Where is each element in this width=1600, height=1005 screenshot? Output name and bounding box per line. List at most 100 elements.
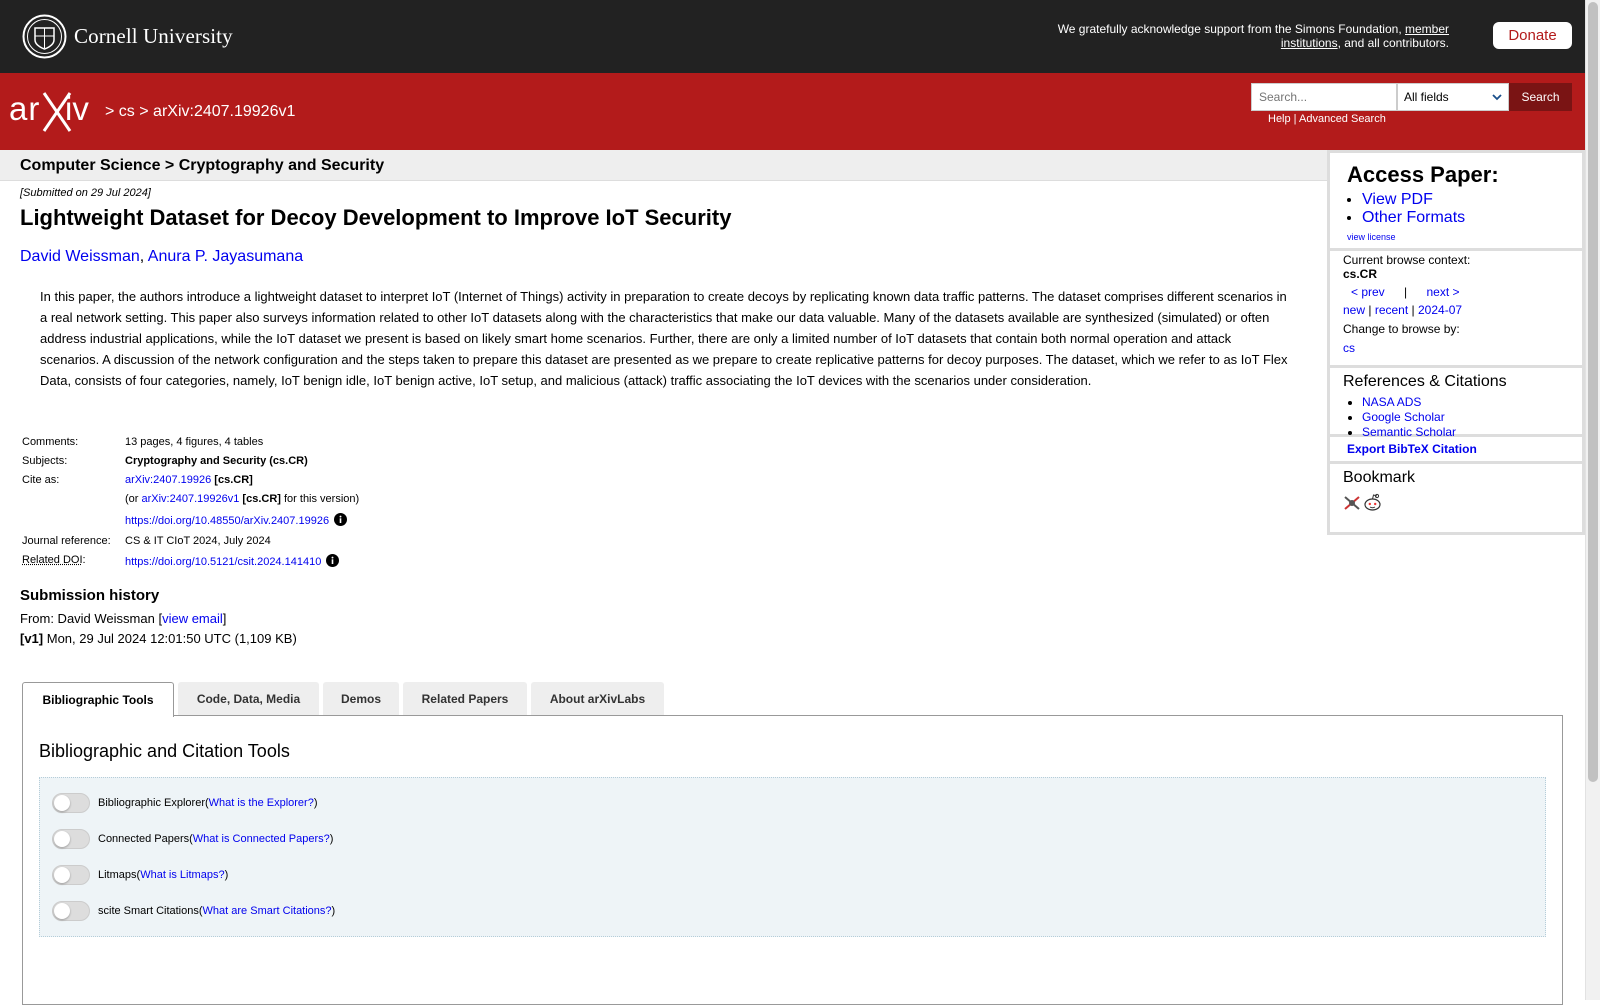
abstract: In this paper, the authors introduce a l…	[40, 289, 1288, 388]
paper-title: Lightweight Dataset for Decoy Developmen…	[20, 205, 732, 230]
subjects-value: Cryptography and Security (cs.CR)	[125, 455, 308, 467]
cite-id-link[interactable]: arXiv:2407.19926	[125, 474, 211, 486]
references-list: NASA ADS Google Scholar Semantic Scholar	[1346, 395, 1456, 440]
crumb-sep: >	[139, 103, 149, 120]
journal-label: Journal reference:	[22, 535, 111, 547]
category-header: Computer Science > Cryptography and Secu…	[0, 150, 1327, 181]
tool-help-link[interactable]: What is Connected Papers?	[193, 833, 330, 845]
list-item: View PDF	[1362, 191, 1465, 209]
paren: )	[224, 869, 229, 881]
from-suffix: ]	[222, 611, 227, 626]
reddit-icon[interactable]	[1363, 493, 1382, 512]
bookmark-block: Bookmark	[1330, 464, 1582, 532]
tool-label: Bibliographic Explorer	[98, 797, 205, 809]
breadcrumb: > cs > arXiv:2407.19926v1	[105, 103, 295, 121]
next-link[interactable]: next >	[1427, 285, 1460, 299]
support-text: We gratefully acknowledge support from t…	[1029, 22, 1449, 50]
doi-link[interactable]: https://doi.org/10.48550/arXiv.2407.1992…	[125, 515, 329, 527]
prev-link[interactable]: < prev	[1351, 285, 1385, 299]
cite-v1-suffix: for this version)	[280, 493, 360, 505]
view-license-link[interactable]: view license	[1347, 232, 1396, 242]
tab-code-data-media[interactable]: Code, Data, Media	[178, 682, 319, 715]
arxiv-header: ar iv > cs > arXiv:2407.19926v1 All fiel…	[0, 73, 1585, 150]
search-button[interactable]: Search	[1509, 83, 1572, 111]
doi-value: https://doi.org/10.48550/arXiv.2407.1992…	[125, 513, 348, 527]
related-doi-colon: :	[82, 554, 86, 566]
tab-about-arxivlabs[interactable]: About arXivLabs	[531, 682, 664, 715]
journal-value: CS & IT CIoT 2024, July 2024	[125, 535, 271, 547]
browse-cs-link[interactable]: cs	[1343, 341, 1355, 355]
connected-papers-toggle[interactable]	[52, 829, 90, 849]
references-title: References & Citations	[1343, 373, 1507, 390]
submission-history-title: Submission history	[20, 587, 160, 604]
arxiv-logo-icon[interactable]: ar iv	[8, 89, 103, 133]
context-label: Current browse context:	[1343, 253, 1471, 267]
submitted-date: [Submitted on 29 Jul 2024]	[20, 187, 151, 199]
references-block: References & Citations NASA ADS Google S…	[1330, 368, 1582, 439]
tab-demos[interactable]: Demos	[323, 682, 399, 715]
tool-help-link[interactable]: What is Litmaps?	[140, 869, 224, 881]
google-scholar-link[interactable]: Google Scholar	[1362, 410, 1445, 424]
tab-related-papers[interactable]: Related Papers	[403, 682, 527, 715]
scrollbar[interactable]	[1585, 0, 1600, 1000]
view-pdf-link[interactable]: View PDF	[1362, 191, 1433, 208]
related-doi-link[interactable]: https://doi.org/10.5121/csit.2024.141410	[125, 556, 321, 568]
bibsonomy-icon[interactable]	[1343, 494, 1361, 512]
support-prefix: We gratefully acknowledge support from t…	[1057, 22, 1405, 36]
tools-title: Bibliographic and Citation Tools	[39, 741, 290, 761]
bookmark-title: Bookmark	[1343, 469, 1416, 486]
donate-button[interactable]: Donate	[1493, 22, 1572, 49]
nasa-ads-link[interactable]: NASA ADS	[1362, 395, 1421, 409]
cornell-logo-link[interactable]: Cornell University	[22, 14, 233, 59]
paren: )	[331, 905, 336, 917]
help-link[interactable]: Help	[1268, 113, 1291, 125]
advanced-search-link[interactable]: Advanced Search	[1299, 113, 1386, 125]
tool-label: Litmaps	[98, 869, 137, 881]
submission-v1: [v1] Mon, 29 Jul 2024 12:01:50 UTC (1,10…	[20, 631, 297, 646]
tool-label: scite Smart Citations	[98, 905, 199, 917]
cite-v1-link[interactable]: arXiv:2407.19926v1	[142, 493, 240, 505]
scroll-thumb[interactable]	[1588, 2, 1598, 782]
new-link[interactable]: new	[1343, 303, 1365, 317]
browse-links: new | recent | 2024-07	[1343, 303, 1462, 317]
recent-link[interactable]: recent	[1375, 303, 1408, 317]
search-field-value: All fields	[1404, 90, 1449, 104]
tool-help-link[interactable]: What is the Explorer?	[209, 797, 314, 809]
info-icon[interactable]	[326, 554, 340, 567]
paren: )	[313, 797, 318, 809]
nav-sep: |	[1404, 285, 1408, 299]
cornell-seal-icon	[22, 14, 67, 59]
comments-label: Comments:	[22, 436, 79, 448]
cite-value: arXiv:2407.19926 [cs.CR]	[125, 474, 253, 486]
access-paper-title: Access Paper:	[1347, 162, 1499, 187]
help-links: Help | Advanced Search	[1268, 113, 1386, 125]
support-suffix: , and all contributors.	[1337, 36, 1449, 50]
export-bibtex-link[interactable]: Export BibTeX Citation	[1347, 442, 1477, 456]
cite-or: (or	[125, 493, 142, 505]
view-email-link[interactable]: view email	[162, 611, 223, 626]
list-item: Other Formats	[1362, 209, 1465, 227]
crumb-sep: >	[105, 103, 115, 120]
crumb-cs[interactable]: cs	[119, 103, 135, 120]
help-sep: |	[1290, 113, 1299, 125]
browse-context-block: Current browse context: cs.CR < prev | n…	[1330, 251, 1582, 365]
litmaps-toggle[interactable]	[52, 865, 90, 885]
cite-cat: [cs.CR]	[214, 474, 253, 486]
authors: David Weissman, Anura P. Jayasumana	[20, 248, 303, 266]
info-icon[interactable]	[334, 513, 348, 526]
cornell-name: Cornell University	[74, 24, 233, 48]
author-link[interactable]: Anura P. Jayasumana	[148, 248, 303, 265]
tool-help-link[interactable]: What are Smart Citations?	[203, 905, 332, 917]
tab-bibliographic-tools[interactable]: Bibliographic Tools	[22, 682, 174, 717]
author-sep: ,	[139, 248, 148, 265]
author-link[interactable]: David Weissman	[20, 248, 140, 265]
bibliographic-explorer-toggle[interactable]	[52, 793, 90, 813]
other-formats-link[interactable]: Other Formats	[1362, 209, 1465, 226]
scite-toggle[interactable]	[52, 901, 90, 921]
search-field-select[interactable]: All fields	[1397, 83, 1509, 111]
search-input[interactable]	[1251, 83, 1397, 111]
sidebar: Access Paper: View PDF Other Formats vie…	[1327, 150, 1585, 535]
tool-row: Connected Papers (What is Connected Pape…	[52, 829, 333, 849]
month-link[interactable]: 2024-07	[1418, 303, 1462, 317]
v1-label: [v1]	[20, 631, 44, 646]
